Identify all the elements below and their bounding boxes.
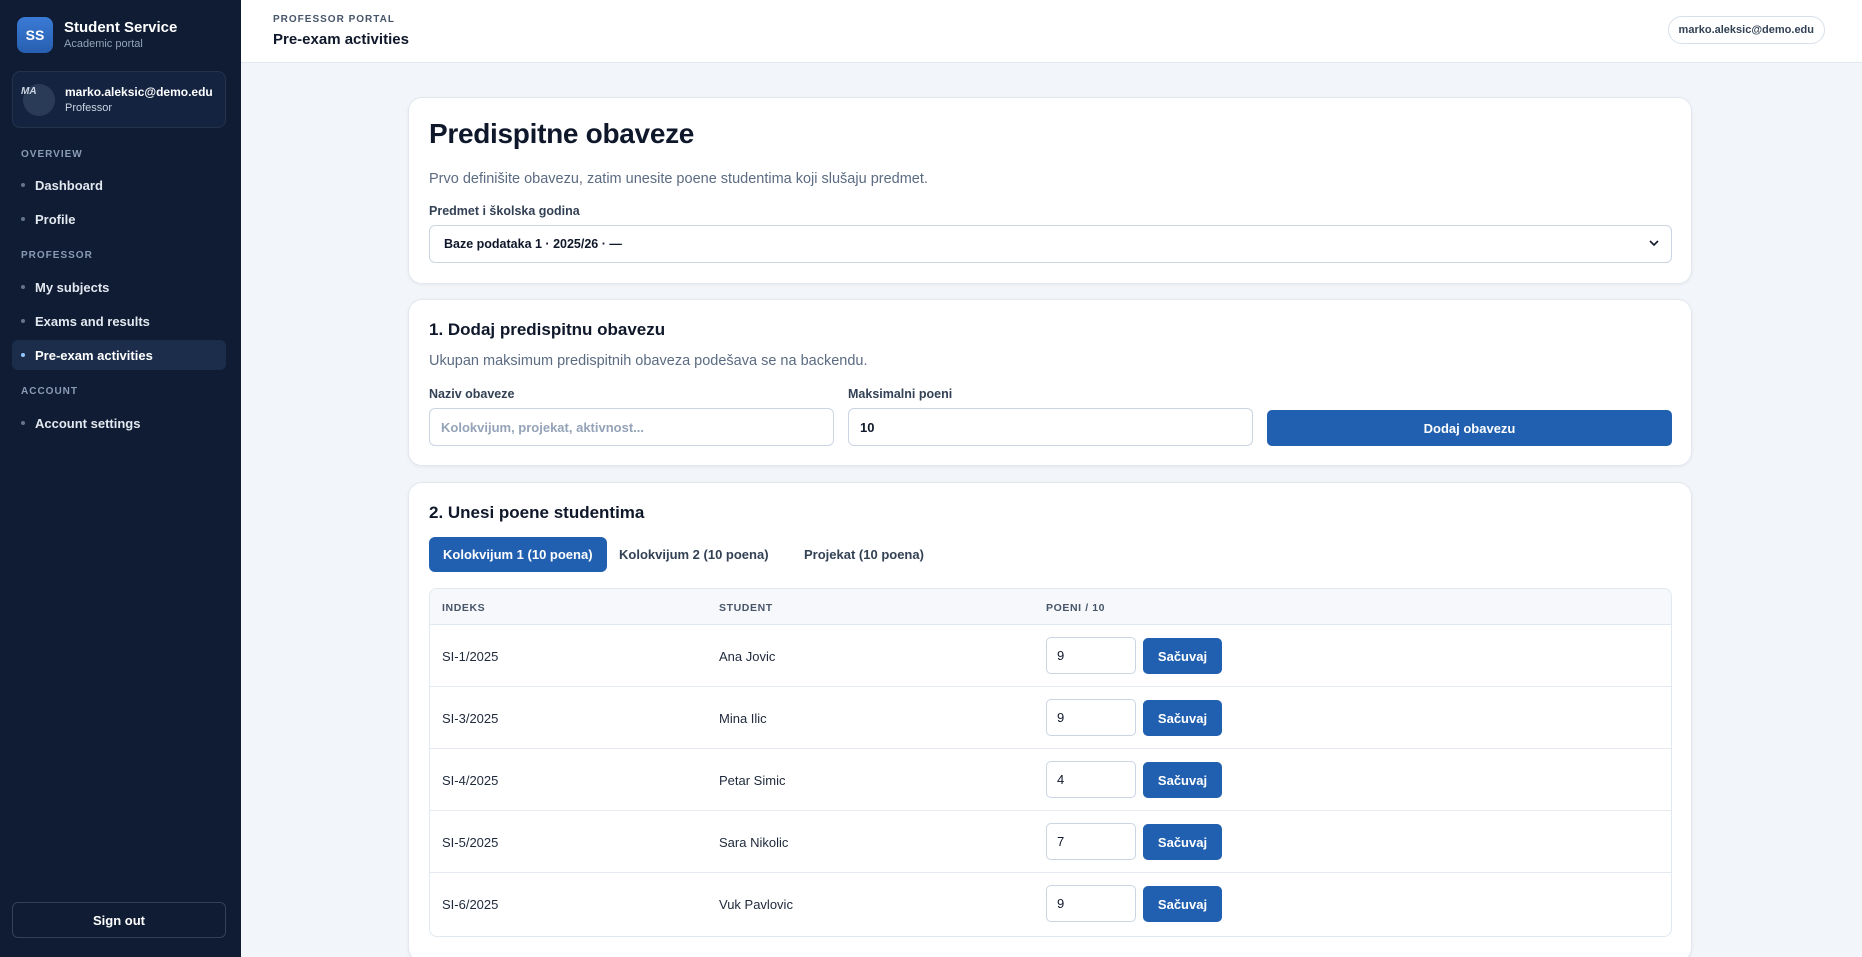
points-input[interactable] [1046, 637, 1136, 674]
sidebar-item-label: Profile [35, 211, 76, 227]
sidebar: SS Student Service Academic portal MA ma… [0, 0, 241, 957]
row-student: Ana Jovic [719, 649, 776, 664]
subject-select[interactable]: Baze podataka 1 · 2025/26 · — [429, 225, 1672, 263]
nav-section-overview: OVERVIEW [21, 149, 83, 160]
dot-icon [21, 319, 25, 323]
points-title: 2. Unesi poene studentima [429, 503, 645, 522]
add-activity-description: Ukupan maksimum predispitnih obaveza pod… [429, 353, 868, 369]
row-index: SI-6/2025 [442, 897, 499, 912]
row-student: Petar Simic [719, 773, 786, 788]
max-points-label: Maksimalni poeni [848, 387, 953, 401]
sidebar-item-exams[interactable]: Exams and results [12, 306, 226, 336]
points-card: 2. Unesi poene studentima Kolokvijum 1 (… [408, 482, 1692, 957]
add-activity-card: 1. Dodaj predispitnu obavezu Ukupan maks… [408, 299, 1692, 466]
row-student: Mina Ilic [719, 711, 767, 726]
user-role: Professor [65, 101, 113, 114]
sign-out-button[interactable]: Sign out [12, 902, 226, 938]
points-input[interactable] [1046, 699, 1136, 736]
dot-icon [21, 217, 25, 221]
main-heading: Predispitne obaveze [429, 118, 695, 149]
dot-icon [21, 353, 25, 357]
sidebar-item-label: Exams and results [35, 313, 150, 329]
row-index: SI-3/2025 [442, 711, 499, 726]
row-index: SI-1/2025 [442, 649, 499, 664]
save-button[interactable]: Sačuvaj [1143, 700, 1222, 736]
user-email: marko.aleksic@demo.edu [65, 84, 213, 99]
save-button[interactable]: Sačuvaj [1143, 638, 1222, 674]
subject-select-label: Predmet i školska godina [429, 204, 580, 218]
row-index: SI-4/2025 [442, 773, 499, 788]
table-row: SI-6/2025 Vuk Pavlovic Sačuvaj [430, 873, 1671, 935]
points-input[interactable] [1046, 885, 1136, 922]
save-button[interactable]: Sačuvaj [1143, 886, 1222, 922]
tab-projekat[interactable]: Projekat (10 poena) [790, 537, 938, 572]
row-student: Sara Nikolic [719, 835, 789, 850]
column-header-index: INDEKS [442, 602, 486, 614]
sidebar-item-label: Pre-exam activities [35, 347, 153, 363]
header-card: Predispitne obaveze Prvo definišite obav… [408, 97, 1692, 284]
column-header-points: POENI / 10 [1046, 602, 1106, 614]
avatar-initials: MA [21, 85, 37, 97]
add-activity-button[interactable]: Dodaj obavezu [1267, 410, 1672, 446]
subject-select-value: Baze podataka 1 · 2025/26 · — [444, 237, 622, 251]
max-points-input[interactable] [848, 408, 1253, 446]
dot-icon [21, 285, 25, 289]
table-row: SI-3/2025 Mina Ilic Sačuvaj [430, 687, 1671, 749]
brand-logo: SS [17, 17, 53, 53]
table-row: SI-5/2025 Sara Nikolic Sačuvaj [430, 811, 1671, 873]
tab-kolokvijum-2[interactable]: Kolokvijum 2 (10 poena) [605, 537, 783, 572]
sidebar-item-label: Dashboard [35, 177, 103, 193]
points-input[interactable] [1046, 761, 1136, 798]
nav-section-professor: PROFESSOR [21, 250, 93, 261]
portal-kicker: PROFESSOR PORTAL [273, 14, 395, 25]
sidebar-item-profile[interactable]: Profile [12, 204, 226, 234]
sidebar-item-label: My subjects [35, 279, 110, 295]
table-header: INDEKS STUDENT POENI / 10 [430, 589, 1671, 625]
row-student: Vuk Pavlovic [719, 897, 793, 912]
add-activity-title: 1. Dodaj predispitnu obavezu [429, 320, 666, 339]
column-header-student: STUDENT [719, 602, 773, 614]
user-chip[interactable]: marko.aleksic@demo.edu [1667, 16, 1825, 44]
brand-subtitle: Academic portal [64, 38, 143, 50]
sidebar-item-dashboard[interactable]: Dashboard [12, 170, 226, 200]
points-table: INDEKS STUDENT POENI / 10 SI-1/2025 Ana … [429, 588, 1672, 937]
nav-section-account: ACCOUNT [21, 386, 78, 397]
brand-title: Student Service [64, 19, 178, 36]
tab-kolokvijum-1[interactable]: Kolokvijum 1 (10 poena) [429, 537, 607, 572]
activity-name-label: Naziv obaveze [429, 387, 515, 401]
user-card: MA marko.aleksic@demo.edu Professor [12, 71, 226, 128]
chevron-down-icon [1649, 240, 1659, 247]
avatar: MA [21, 83, 55, 116]
table-row: SI-1/2025 Ana Jovic Sačuvaj [430, 625, 1671, 687]
dot-icon [21, 421, 25, 425]
dot-icon [21, 183, 25, 187]
top-bar: PROFESSOR PORTAL Pre-exam activities mar… [241, 0, 1862, 63]
activity-name-input[interactable] [429, 408, 834, 446]
header-description: Prvo definišite obavezu, zatim unesite p… [429, 171, 928, 187]
save-button[interactable]: Sačuvaj [1143, 762, 1222, 798]
sidebar-item-my-subjects[interactable]: My subjects [12, 272, 226, 302]
save-button[interactable]: Sačuvaj [1143, 824, 1222, 860]
sidebar-item-account-settings[interactable]: Account settings [12, 408, 226, 438]
table-row: SI-4/2025 Petar Simic Sačuvaj [430, 749, 1671, 811]
sidebar-item-label: Account settings [35, 415, 141, 431]
points-input[interactable] [1046, 823, 1136, 860]
brand[interactable]: SS Student Service Academic portal [17, 17, 177, 53]
sidebar-item-pre-exam[interactable]: Pre-exam activities [12, 340, 226, 370]
page-title: Pre-exam activities [273, 31, 409, 48]
row-index: SI-5/2025 [442, 835, 499, 850]
